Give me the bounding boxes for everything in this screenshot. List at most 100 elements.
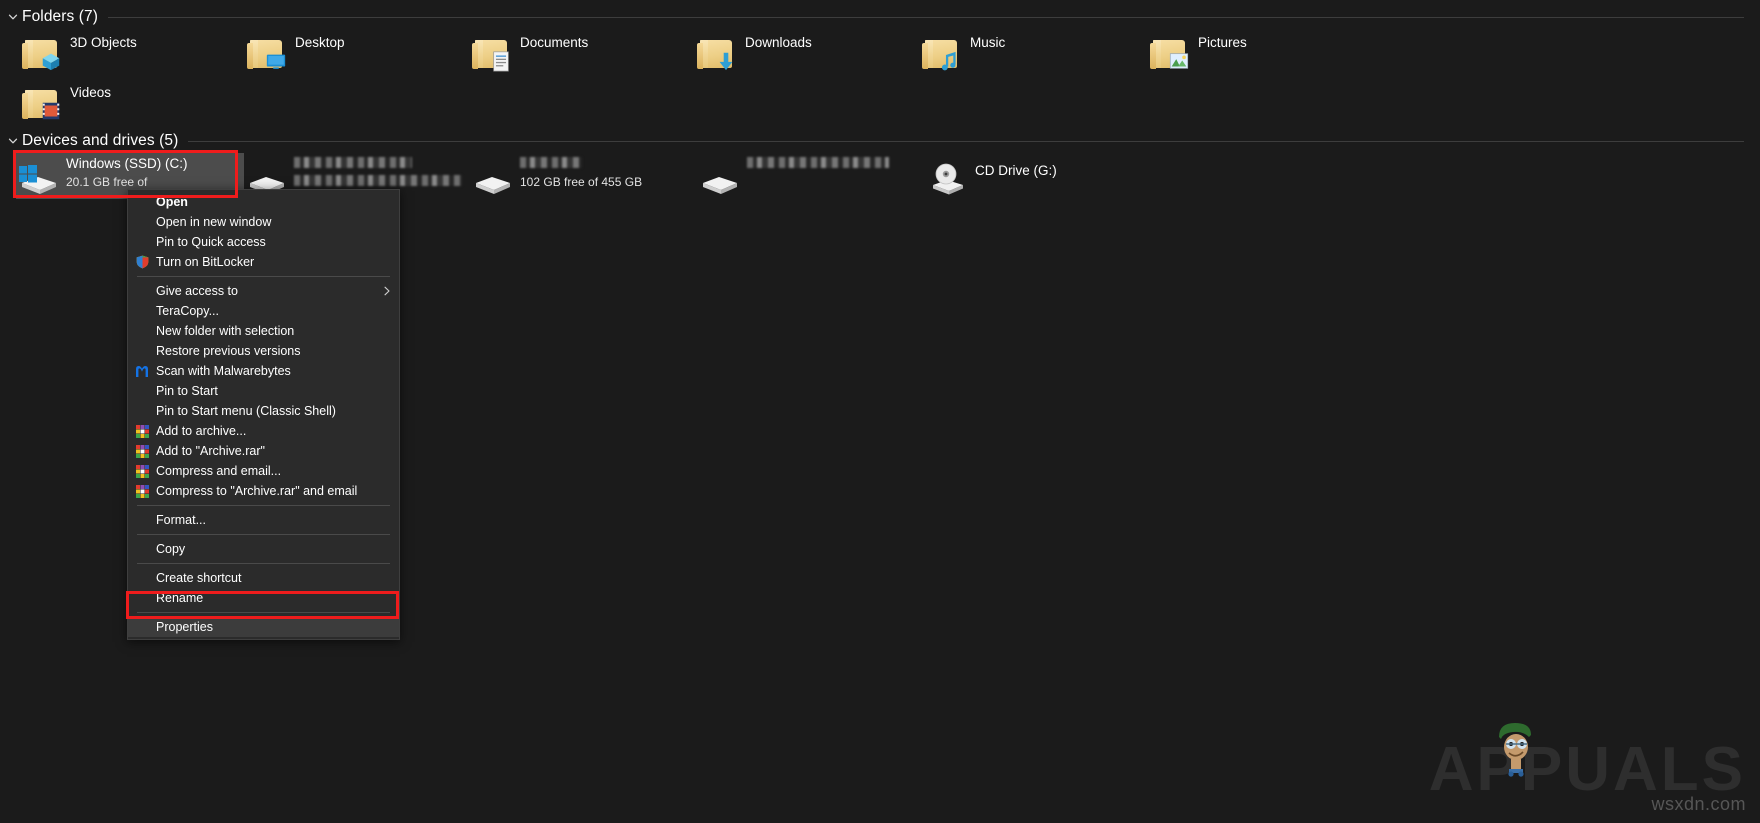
drive-item-3[interactable]: 102 GB free of 455 GB [470,153,698,199]
winrar-icon [128,461,156,481]
context-menu-separator [137,276,390,277]
context-menu-item-add-to-archive[interactable]: Add to archive... [128,421,399,441]
context-menu-separator [137,612,390,613]
context-menu-item-rename[interactable]: Rename [128,588,399,608]
drive-name: CD Drive (G:) [975,163,1057,178]
censored-drive-name [747,157,889,168]
folder-music-icon [922,36,962,72]
no-icon [128,401,156,421]
censored-drive-name [520,157,582,168]
folder-item-desktop[interactable]: Desktop [247,32,472,76]
context-menu-item-restore-previous-versions[interactable]: Restore previous versions [128,341,399,361]
folder-item-videos[interactable]: Videos [22,82,247,126]
folder-label: Music [970,35,1006,50]
winrar-icon [128,441,156,461]
context-menu-item-compress-and-email[interactable]: Compress and email... [128,461,399,481]
folder-downloads-icon [697,36,737,72]
censored-drive-name [294,157,412,168]
folder-item-documents[interactable]: Documents [472,32,697,76]
malwarebytes-icon [128,361,156,381]
drive-name: Windows (SSD) (C:) [66,156,188,171]
no-icon [128,510,156,530]
drive-name [747,156,889,171]
context-menu-item-teracopy[interactable]: TeraCopy... [128,301,399,321]
folder-item-3d-objects[interactable]: 3D Objects [22,32,247,76]
context-menu-item-add-to-archive-rar[interactable]: Add to "Archive.rar" [128,441,399,461]
chevron-right-icon [381,285,393,297]
mascot-icon [1498,723,1531,777]
drive-name [294,156,412,171]
folder-label: Pictures [1198,35,1247,50]
no-icon [128,617,156,637]
context-menu-label: Compress to "Archive.rar" and email [156,483,358,498]
context-menu-item-turn-on-bitlocker[interactable]: Turn on BitLocker [128,252,399,272]
context-menu-label: New folder with selection [156,323,295,338]
group-divider [188,140,1744,142]
folder-label: Downloads [745,35,812,50]
hard-drive-icon [470,157,514,197]
context-menu-label: Pin to Start menu (Classic Shell) [156,403,336,418]
windows-drive-icon [16,157,60,197]
context-menu-item-copy[interactable]: Copy [128,539,399,559]
folder-label: Desktop [295,35,345,50]
context-menu-item-properties[interactable]: Properties [128,617,399,637]
watermark: APPUALS wsxdn.com [1429,723,1746,815]
drive-item-cd-drive-g[interactable]: CD Drive (G:) [925,153,1153,199]
context-menu-separator [137,534,390,535]
folder-item-pictures[interactable]: Pictures [1150,32,1375,76]
folder-item-music[interactable]: Music [922,32,1147,76]
chevron-down-icon[interactable] [4,8,22,26]
context-menu-item-pin-to-quick-access[interactable]: Pin to Quick access [128,232,399,252]
context-menu-label: Format... [156,512,207,527]
group-title: Folders (7) [22,8,99,25]
context-menu-label: TeraCopy... [156,303,219,318]
folder-3d-objects-icon [22,36,62,72]
drive-free-space [294,175,462,189]
no-icon [128,212,156,232]
context-menu-label: Pin to Start [156,383,218,398]
folder-label: Videos [70,85,112,100]
no-icon [128,341,156,361]
no-icon [128,381,156,401]
censored-free-space [294,175,462,186]
watermark-brand: APPUALS [1429,723,1746,801]
context-menu-label: Restore previous versions [156,343,301,358]
no-icon [128,568,156,588]
cd-drive-icon [925,157,969,197]
context-menu-item-scan-with-malwarebytes[interactable]: Scan with Malwarebytes [128,361,399,381]
context-menu-label: Open [156,194,188,209]
group-header-devices[interactable]: Devices and drives (5) [4,130,1744,152]
context-menu-item-compress-to-archive-rar-and-email[interactable]: Compress to "Archive.rar" and email [128,481,399,501]
winrar-icon [128,481,156,501]
drive-context-menu[interactable]: Open Open in new window Pin to Quick acc… [127,189,400,640]
no-icon [128,588,156,608]
folder-documents-icon [472,36,512,72]
context-menu-item-format[interactable]: Format... [128,510,399,530]
context-menu-item-give-access-to[interactable]: Give access to [128,281,399,301]
context-menu-label: Compress and email... [156,463,282,478]
context-menu-label: Give access to [156,283,238,298]
context-menu-item-open-in-new-window[interactable]: Open in new window [128,212,399,232]
context-menu-label: Copy [156,541,186,556]
context-menu-item-pin-to-start[interactable]: Pin to Start [128,381,399,401]
context-menu-label: Rename [156,590,204,605]
context-menu-separator [137,563,390,564]
drive-free-space: 20.1 GB free of [66,175,148,189]
context-menu-item-new-folder-with-selection[interactable]: New folder with selection [128,321,399,341]
winrar-icon [128,421,156,441]
no-icon [128,301,156,321]
context-menu-item-pin-to-start-menu-classic-shell[interactable]: Pin to Start menu (Classic Shell) [128,401,399,421]
context-menu-item-open[interactable]: Open [128,192,399,212]
drive-name [520,156,582,171]
folder-item-downloads[interactable]: Downloads [697,32,922,76]
folder-pictures-icon [1150,36,1190,72]
context-menu-label: Open in new window [156,214,272,229]
shield-icon [128,252,156,272]
group-header-folders[interactable]: Folders (7) [4,6,1744,28]
chevron-down-icon[interactable] [4,132,22,150]
drive-item-4[interactable] [697,153,925,199]
drive-free-space: 102 GB free of 455 GB [520,175,643,189]
context-menu-label: Add to "Archive.rar" [156,443,265,458]
context-menu-label: Pin to Quick access [156,234,266,249]
context-menu-item-create-shortcut[interactable]: Create shortcut [128,568,399,588]
